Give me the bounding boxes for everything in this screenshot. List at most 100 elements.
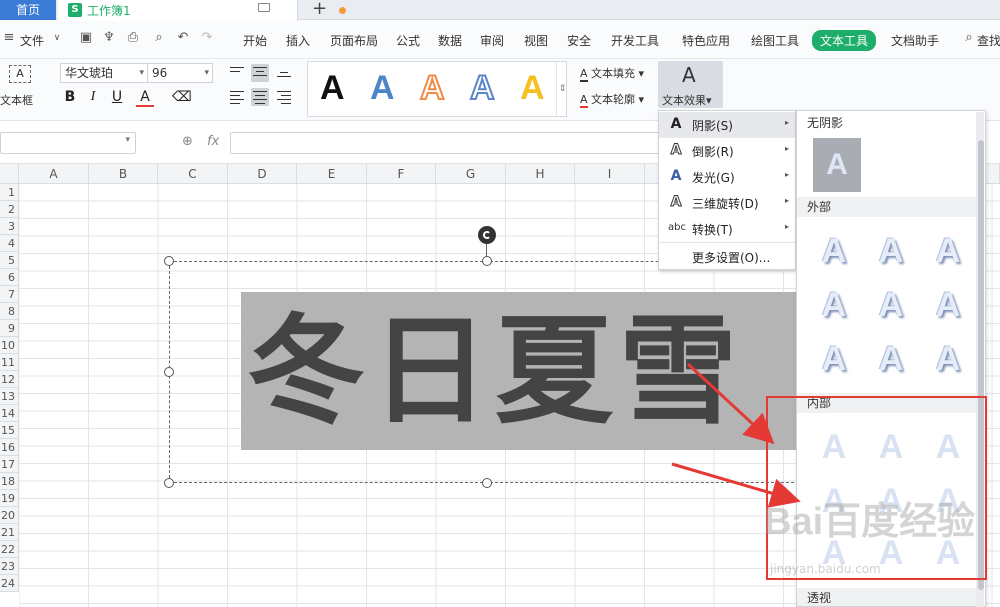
font-size-select[interactable]: 96 ▾ [147,63,213,83]
resize-handle-top-left[interactable] [164,256,174,266]
row-header[interactable]: 10 [0,337,19,354]
shadow-option-outer-7[interactable]: A [814,337,854,381]
menu-doc-assistant[interactable]: 文档助手 [891,32,939,49]
shadow-option-outer-8[interactable]: A [871,337,911,381]
font-color-button[interactable]: A [136,89,154,107]
undo-icon[interactable]: ↶ [176,31,190,45]
redo-icon[interactable]: ↷ [200,31,214,45]
rotate-handle-icon[interactable] [478,226,496,244]
row-header[interactable]: 20 [0,507,19,524]
align-top-icon[interactable] [228,64,246,82]
row-header[interactable]: 8 [0,303,19,320]
shadow-option-outer-2[interactable]: A [871,229,911,273]
row-header[interactable]: 3 [0,218,19,235]
shadow-option-outer-5[interactable]: A [871,283,911,327]
column-header[interactable]: I [575,164,645,184]
column-header[interactable]: D [228,164,297,184]
shadow-option-none[interactable]: A [813,138,861,192]
menu-item-more-settings[interactable]: 更多设置(O)... [659,244,795,270]
print-preview-icon[interactable]: ⌕ [152,31,166,45]
align-right-icon[interactable] [275,88,293,106]
row-header[interactable]: 14 [0,405,19,422]
row-header[interactable]: 16 [0,439,19,456]
name-box[interactable]: ▾ [0,132,136,154]
column-header[interactable]: H [506,164,575,184]
text-outline-button[interactable]: A 文本轮廓 ▾ [580,91,644,108]
row-header[interactable]: 21 [0,524,19,541]
save-icon[interactable]: ▣ [79,31,93,45]
format-painter-icon[interactable]: ♆ [102,31,116,45]
row-header[interactable]: 18 [0,473,19,490]
row-header[interactable]: 5 [0,252,19,269]
menu-item-transform[interactable]: abc 转换(T) ▸ [659,216,795,242]
row-header[interactable]: 9 [0,320,19,337]
shadow-option-outer-6[interactable]: A [928,283,968,327]
row-header[interactable]: 4 [0,235,19,252]
select-all-corner[interactable] [0,164,19,184]
shadow-option-outer-4[interactable]: A [814,283,854,327]
column-header[interactable]: E [297,164,367,184]
text-style-orange-outline[interactable]: A [419,66,446,110]
column-header[interactable]: F [367,164,436,184]
shadow-option-outer-9[interactable]: A [928,337,968,381]
row-header[interactable]: 13 [0,388,19,405]
new-tab-button[interactable]: + [312,0,327,19]
formula-input[interactable] [230,132,660,154]
monitor-icon[interactable] [258,3,270,12]
print-icon[interactable]: ⎙ [126,31,140,45]
row-header[interactable]: 1 [0,184,19,201]
resize-handle-bottom-left[interactable] [164,478,174,488]
row-header[interactable]: 24 [0,575,19,592]
home-tab[interactable]: 首页 [0,0,56,20]
textbox-icon[interactable]: A [9,65,31,83]
resize-handle-bottom[interactable] [482,478,492,488]
menu-formula[interactable]: 公式 [396,32,420,49]
row-header[interactable]: 17 [0,456,19,473]
fx-icon[interactable]: fx [207,134,219,149]
menu-data[interactable]: 数据 [438,32,462,49]
row-header[interactable]: 12 [0,371,19,388]
shadow-option-outer-1[interactable]: A [814,229,854,273]
column-header[interactable]: G [436,164,506,184]
menu-start[interactable]: 开始 [243,32,267,49]
text-style-blue-outline[interactable]: A [469,66,496,110]
menu-developer[interactable]: 开发工具 [611,32,659,49]
hamburger-icon[interactable]: ≡ [2,31,16,45]
menu-security[interactable]: 安全 [567,32,591,49]
row-header[interactable]: 6 [0,269,19,286]
menu-item-shadow[interactable]: A 阴影(S) ▸ [659,112,795,138]
row-header[interactable]: 2 [0,201,19,218]
text-style-yellow[interactable]: A [520,66,545,110]
document-tab[interactable]: S 工作簿1 [58,0,346,21]
text-fill-button[interactable]: A 文本填充 ▾ [580,65,644,82]
row-header[interactable]: 23 [0,558,19,575]
textbox-button[interactable]: 文本框 [0,92,33,108]
menu-review[interactable]: 审阅 [480,32,504,49]
text-effects-button[interactable]: A 文本效果▾ [658,61,723,108]
resize-handle-left[interactable] [164,367,174,377]
align-bottom-icon[interactable] [275,64,293,82]
menu-item-glow[interactable]: A 发光(G) ▸ [659,164,795,190]
underline-button[interactable]: U [108,89,126,105]
menu-view[interactable]: 视图 [524,32,548,49]
menu-page-layout[interactable]: 页面布局 [330,32,378,49]
italic-button[interactable]: I [84,89,102,105]
font-family-select[interactable]: 华文琥珀 ▾ [60,63,148,83]
menu-item-reflection[interactable]: A 倒影(R) ▸ [659,138,795,164]
bold-button[interactable]: B [61,89,79,105]
menu-drawing-tools[interactable]: 绘图工具 [751,32,799,49]
resize-handle-top[interactable] [482,256,492,266]
row-header[interactable]: 11 [0,354,19,371]
row-header[interactable]: 22 [0,541,19,558]
row-header[interactable]: 7 [0,286,19,303]
chevron-down-icon[interactable]: ∨ [50,31,64,45]
column-header[interactable]: A [19,164,89,184]
text-style-blue[interactable]: A [370,66,395,110]
align-center-icon[interactable] [251,88,269,106]
menu-insert[interactable]: 插入 [286,32,310,49]
search-icon[interactable]: ⌕ [962,31,976,45]
file-menu[interactable]: 文件 [20,32,44,49]
row-header[interactable]: 19 [0,490,19,507]
row-header[interactable]: 15 [0,422,19,439]
eraser-icon[interactable]: ⌫ [172,89,192,105]
